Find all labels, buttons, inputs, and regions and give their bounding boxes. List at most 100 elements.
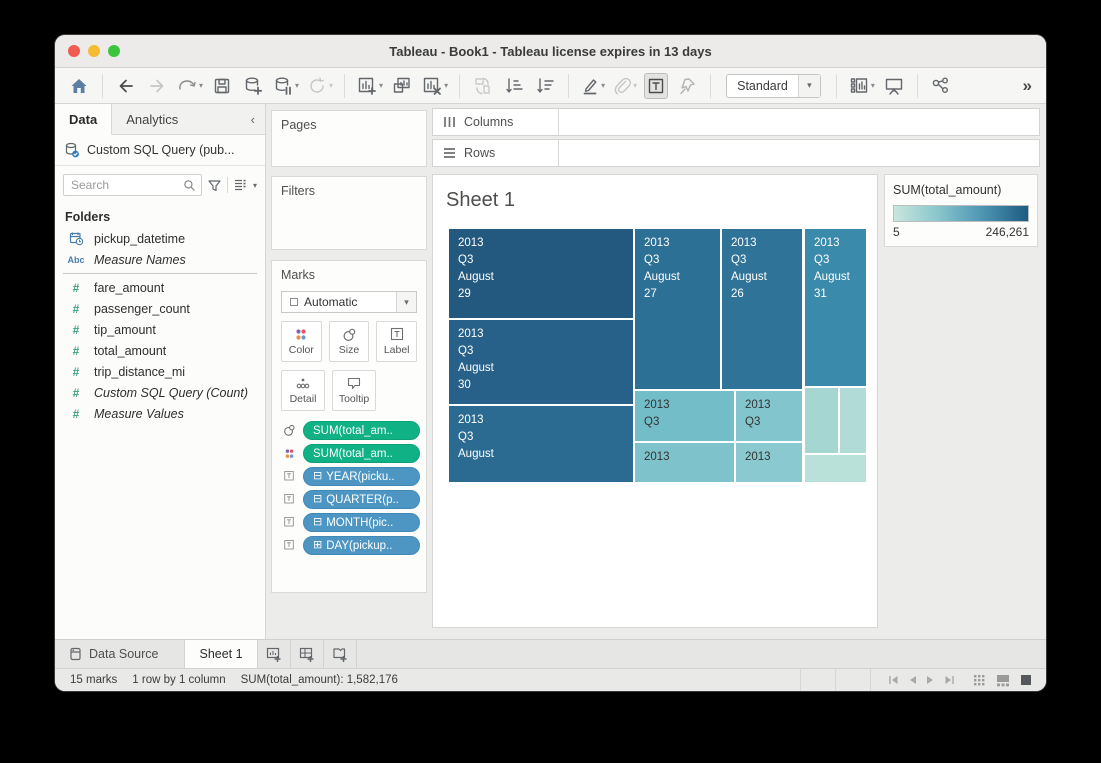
forward-icon[interactable]: [145, 73, 169, 99]
field-row[interactable]: #Measure Values: [55, 403, 265, 424]
treemap-cell[interactable]: 2013 Q3: [736, 391, 802, 441]
mark-type-select[interactable]: Automatic ▾: [281, 291, 417, 313]
new-worksheet-icon[interactable]: ▾: [356, 73, 383, 99]
field-row[interactable]: #total_amount: [55, 340, 265, 361]
new-dashboard-tab-button[interactable]: [291, 640, 324, 668]
treemap-cell[interactable]: 2013 Q3 August 31: [805, 229, 866, 386]
save-icon[interactable]: [210, 73, 234, 99]
new-data-source-icon[interactable]: [241, 73, 265, 99]
field-row[interactable]: AbcMeasure Names: [55, 249, 265, 270]
view-options-icon[interactable]: [233, 178, 248, 192]
rows-shelf[interactable]: Rows: [432, 139, 1040, 167]
expand-collapse-glyph[interactable]: ⊟: [313, 494, 322, 505]
label-button[interactable]: Label: [376, 321, 417, 362]
back-icon[interactable]: [114, 73, 138, 99]
treemap-cell[interactable]: 2013 Q3 August 29: [449, 229, 633, 318]
field-row[interactable]: #passenger_count: [55, 298, 265, 319]
number-field-icon: #: [73, 386, 80, 400]
redo-icon[interactable]: ▾: [176, 73, 203, 99]
show-grid-icon[interactable]: [973, 674, 986, 687]
collapse-pane-icon[interactable]: ‹: [241, 104, 265, 134]
attach-icon[interactable]: ▾: [612, 73, 637, 99]
tab-analytics[interactable]: Analytics: [112, 104, 192, 134]
tooltip-button[interactable]: Tooltip: [332, 370, 376, 411]
expand-collapse-glyph[interactable]: ⊞: [313, 540, 322, 551]
marks-pill[interactable]: ⊞DAY(pickup..: [303, 536, 420, 555]
marks-pill[interactable]: ⊟QUARTER(p..: [303, 490, 420, 509]
new-worksheet-tab-button[interactable]: [258, 640, 291, 668]
chevron-down-icon[interactable]: ▾: [253, 181, 257, 190]
show-mark-labels-icon[interactable]: [644, 73, 668, 99]
show-cards-view-icon[interactable]: [996, 674, 1010, 687]
number-field-icon: #: [73, 407, 80, 421]
field-label: Measure Names: [94, 253, 186, 267]
sheet-title: Sheet 1: [433, 175, 877, 212]
refresh-icon[interactable]: ▾: [306, 73, 333, 99]
detail-button[interactable]: Detail: [281, 370, 325, 411]
sort-descending-icon[interactable]: [533, 73, 557, 99]
swap-rows-columns-icon[interactable]: [471, 73, 495, 99]
field-row[interactable]: #trip_distance_mi: [55, 361, 265, 382]
marks-pill[interactable]: ⊟MONTH(pic..: [303, 513, 420, 532]
treemap-cell[interactable]: [805, 388, 838, 453]
pages-card[interactable]: Pages: [271, 110, 427, 167]
treemap-cell[interactable]: 2013: [635, 443, 734, 482]
expand-collapse-glyph[interactable]: ⊟: [313, 517, 322, 528]
toolbar-more-button[interactable]: »: [1023, 76, 1034, 96]
marks-pill[interactable]: SUM(total_am..: [303, 444, 420, 463]
marks-pill[interactable]: ⊟YEAR(picku..: [303, 467, 420, 486]
skip-last-icon[interactable]: [944, 675, 955, 685]
clear-sheet-icon[interactable]: ▾: [421, 73, 448, 99]
color-button[interactable]: Color: [281, 321, 322, 362]
step-forward-icon[interactable]: [926, 675, 935, 685]
zoom-window-button[interactable]: [108, 45, 120, 57]
chevron-down-icon: ▾: [396, 292, 416, 312]
skip-first-icon[interactable]: [888, 675, 899, 685]
fix-axes-icon[interactable]: [675, 73, 699, 99]
pause-auto-updates-icon[interactable]: ▾: [272, 73, 299, 99]
duplicate-sheet-icon[interactable]: [390, 73, 414, 99]
treemap-cell[interactable]: 2013 Q3 August 27: [635, 229, 720, 389]
expand-collapse-glyph[interactable]: ⊟: [313, 471, 322, 482]
size-button[interactable]: Size: [329, 321, 370, 362]
field-row[interactable]: #Custom SQL Query (Count): [55, 382, 265, 403]
titlebar: Tableau - Book1 - Tableau license expire…: [55, 35, 1046, 68]
search-row: ▾: [55, 166, 265, 202]
full-view-icon[interactable]: [1020, 674, 1032, 686]
fit-mode-select[interactable]: Standard ▾: [726, 74, 821, 98]
new-story-tab-button[interactable]: [324, 640, 357, 668]
step-back-icon[interactable]: [908, 675, 917, 685]
marks-card: Marks Automatic ▾ Color Size: [271, 260, 427, 593]
treemap-cell[interactable]: 2013 Q3 August 26: [722, 229, 802, 389]
filter-fields-icon[interactable]: [207, 178, 222, 193]
marks-pill[interactable]: SUM(total_am..: [303, 421, 420, 440]
treemap-cell[interactable]: [805, 455, 866, 482]
field-row[interactable]: #tip_amount: [55, 319, 265, 340]
treemap-cell[interactable]: [840, 388, 866, 453]
presentation-mode-icon[interactable]: [882, 73, 906, 99]
share-icon[interactable]: [929, 73, 953, 99]
sort-ascending-icon[interactable]: [502, 73, 526, 99]
toolbar-separator: [459, 74, 460, 98]
search-input[interactable]: [69, 177, 183, 193]
close-window-button[interactable]: [68, 45, 80, 57]
treemap-cell[interactable]: 2013 Q3 August: [449, 406, 633, 482]
search-box[interactable]: [63, 174, 202, 196]
highlight-icon[interactable]: ▾: [580, 73, 605, 99]
treemap-cell[interactable]: 2013: [736, 443, 802, 482]
minimize-window-button[interactable]: [88, 45, 100, 57]
treemap: 2013 Q3 August 292013 Q3 August 302013 Q…: [449, 229, 866, 482]
field-row[interactable]: pickup_datetime: [55, 228, 265, 249]
treemap-cell[interactable]: 2013 Q3 August 30: [449, 320, 633, 404]
columns-shelf[interactable]: Columns: [432, 108, 1040, 136]
home-icon[interactable]: [67, 73, 91, 99]
show-cards-icon[interactable]: ▾: [848, 73, 875, 99]
filters-card[interactable]: Filters: [271, 176, 427, 250]
field-row[interactable]: #fare_amount: [55, 277, 265, 298]
treemap-cell[interactable]: 2013 Q3: [635, 391, 734, 441]
datasource-row[interactable]: Custom SQL Query (pub...: [55, 135, 265, 166]
tab-data[interactable]: Data: [55, 104, 112, 135]
color-legend-card[interactable]: SUM(total_amount) 5 246,261: [884, 174, 1038, 247]
tab-data-source[interactable]: Data Source: [55, 640, 185, 668]
tab-sheet1[interactable]: Sheet 1: [185, 640, 257, 668]
